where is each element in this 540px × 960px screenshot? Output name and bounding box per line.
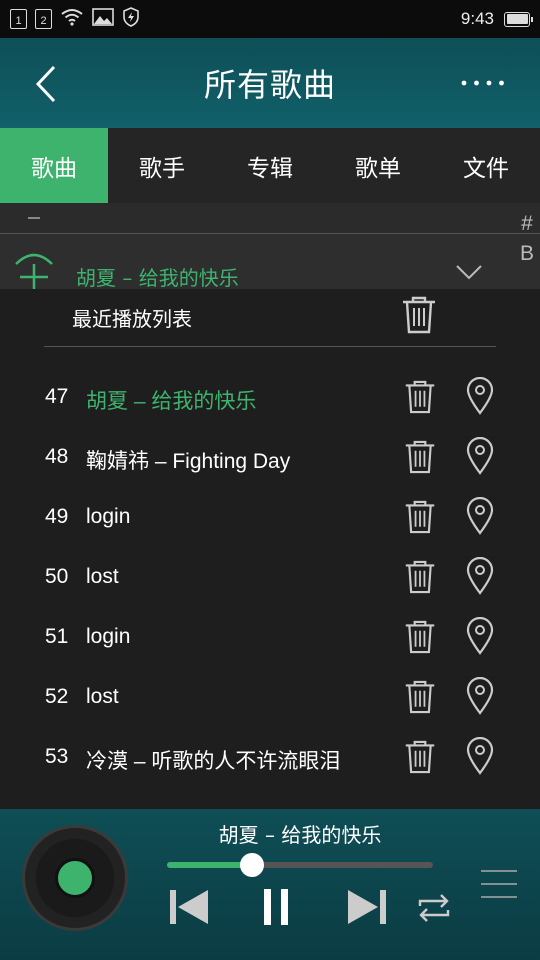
delete-button[interactable] xyxy=(404,439,436,475)
index-letter[interactable]: # xyxy=(521,212,533,236)
wifi-icon xyxy=(60,8,84,30)
locate-button[interactable] xyxy=(466,736,494,775)
queue-item-title[interactable]: 冷漠 – 听歌的人不许流眼泪 xyxy=(86,745,340,775)
tab-artists[interactable]: 歌手 xyxy=(108,128,216,203)
add-icon[interactable] xyxy=(12,246,56,294)
locate-button[interactable] xyxy=(466,616,494,655)
sim1-icon: 1 xyxy=(10,9,27,29)
locate-button[interactable] xyxy=(466,676,494,715)
sim2-icon: 2 xyxy=(35,9,52,29)
image-notification-icon xyxy=(92,8,114,30)
locate-button[interactable] xyxy=(466,496,494,535)
trash-icon xyxy=(405,680,435,714)
clock: 9:43 xyxy=(460,9,494,28)
more-dots-icon xyxy=(461,80,504,86)
next-button[interactable] xyxy=(345,887,389,927)
recent-playlist-popup: 最近播放列表 47 胡夏 – 给我的快乐 48 鞠婧祎 – Fighting D… xyxy=(0,289,540,809)
trash-icon xyxy=(405,620,435,654)
queue-item[interactable]: 47 胡夏 – 给我的快乐 xyxy=(0,367,540,427)
queue-item[interactable]: 53 冷漠 – 听歌的人不许流眼泪 xyxy=(0,727,540,787)
delete-button[interactable] xyxy=(404,379,436,415)
delete-button[interactable] xyxy=(404,499,436,535)
playing-song-title: 胡夏 – 给我的快乐 xyxy=(76,266,239,290)
progress-bar[interactable] xyxy=(167,853,433,877)
queue-item-number: 50 xyxy=(45,565,69,588)
list-item[interactable] xyxy=(0,203,540,234)
queue-item-number: 51 xyxy=(45,625,69,648)
trash-icon xyxy=(405,560,435,594)
more-button[interactable] xyxy=(458,68,508,98)
repeat-icon xyxy=(418,894,450,922)
index-letter[interactable]: B xyxy=(520,242,534,266)
clear-all-button[interactable] xyxy=(401,295,437,335)
trash-icon xyxy=(403,296,435,334)
location-pin-icon xyxy=(466,376,494,415)
skip-next-icon xyxy=(348,890,386,924)
queue-item-number: 52 xyxy=(45,685,69,708)
tab-albums[interactable]: 专辑 xyxy=(216,128,324,203)
back-button[interactable] xyxy=(26,60,66,108)
queue-item[interactable]: 50 lost xyxy=(0,547,540,607)
repeat-button[interactable] xyxy=(413,891,455,925)
queue-item-title[interactable]: login xyxy=(86,625,130,649)
queue-item-number: 49 xyxy=(45,505,69,528)
queue-item-number: 53 xyxy=(45,745,69,768)
popup-header: 最近播放列表 xyxy=(44,289,496,347)
queue-item-title[interactable]: lost xyxy=(86,565,119,589)
status-bar: 1 2 9:43 xyxy=(0,0,540,38)
locate-button[interactable] xyxy=(466,376,494,415)
queue-item-title[interactable]: lost xyxy=(86,685,119,709)
queue-item-title[interactable]: login xyxy=(86,505,130,529)
location-pin-icon xyxy=(466,736,494,775)
category-tabs: 歌曲 歌手 专辑 歌单 文件 xyxy=(0,128,540,203)
shield-icon xyxy=(122,7,140,31)
tab-files[interactable]: 文件 xyxy=(432,128,540,203)
location-pin-icon xyxy=(466,556,494,595)
trash-icon xyxy=(405,440,435,474)
queue-item-number: 48 xyxy=(45,445,69,468)
tab-songs[interactable]: 歌曲 xyxy=(0,128,108,203)
locate-button[interactable] xyxy=(466,556,494,595)
queue-item-title[interactable]: 胡夏 – 给我的快乐 xyxy=(86,385,256,415)
page-title: 所有歌曲 xyxy=(203,66,336,104)
alphabet-index[interactable]: # B xyxy=(520,212,534,266)
previous-button[interactable] xyxy=(167,887,211,927)
battery-icon xyxy=(504,11,533,27)
delete-button[interactable] xyxy=(404,619,436,655)
location-pin-icon xyxy=(466,616,494,655)
locate-button[interactable] xyxy=(466,436,494,475)
pause-icon xyxy=(264,889,288,925)
delete-button[interactable] xyxy=(404,679,436,715)
album-disc[interactable] xyxy=(22,825,128,931)
menu-lines-icon xyxy=(481,870,517,898)
location-pin-icon xyxy=(466,496,494,535)
queue-item[interactable]: 51 login xyxy=(0,607,540,667)
delete-button[interactable] xyxy=(404,739,436,775)
list-item-playing[interactable]: 胡夏 – 给我的快乐 xyxy=(0,234,540,290)
location-pin-icon xyxy=(466,436,494,475)
trash-icon xyxy=(405,380,435,414)
location-pin-icon xyxy=(466,676,494,715)
queue-item-title[interactable]: 鞠婧祎 – Fighting Day xyxy=(86,445,290,475)
chevron-left-icon xyxy=(35,65,56,103)
song-list: 胡夏 – 给我的快乐 xyxy=(0,203,540,290)
progress-knob[interactable] xyxy=(240,853,265,877)
pause-button[interactable] xyxy=(256,885,296,929)
trash-icon xyxy=(405,740,435,774)
popup-title: 最近播放列表 xyxy=(72,307,192,331)
now-playing-title: 胡夏 – 给我的快乐 xyxy=(218,823,382,847)
queue-item[interactable]: 48 鞠婧祎 – Fighting Day xyxy=(0,427,540,487)
tab-playlists[interactable]: 歌单 xyxy=(324,128,432,203)
skip-previous-icon xyxy=(170,890,208,924)
playlist-menu-button[interactable] xyxy=(478,869,520,899)
chevron-down-icon[interactable] xyxy=(455,264,483,284)
queue-item[interactable]: 49 login xyxy=(0,487,540,547)
queue-item[interactable]: 52 lost xyxy=(0,667,540,727)
delete-button[interactable] xyxy=(404,559,436,595)
mini-player: 胡夏 – 给我的快乐 xyxy=(0,809,540,960)
queue-item-number: 47 xyxy=(45,385,69,408)
trash-icon xyxy=(405,500,435,534)
app-header: 所有歌曲 xyxy=(0,38,540,128)
